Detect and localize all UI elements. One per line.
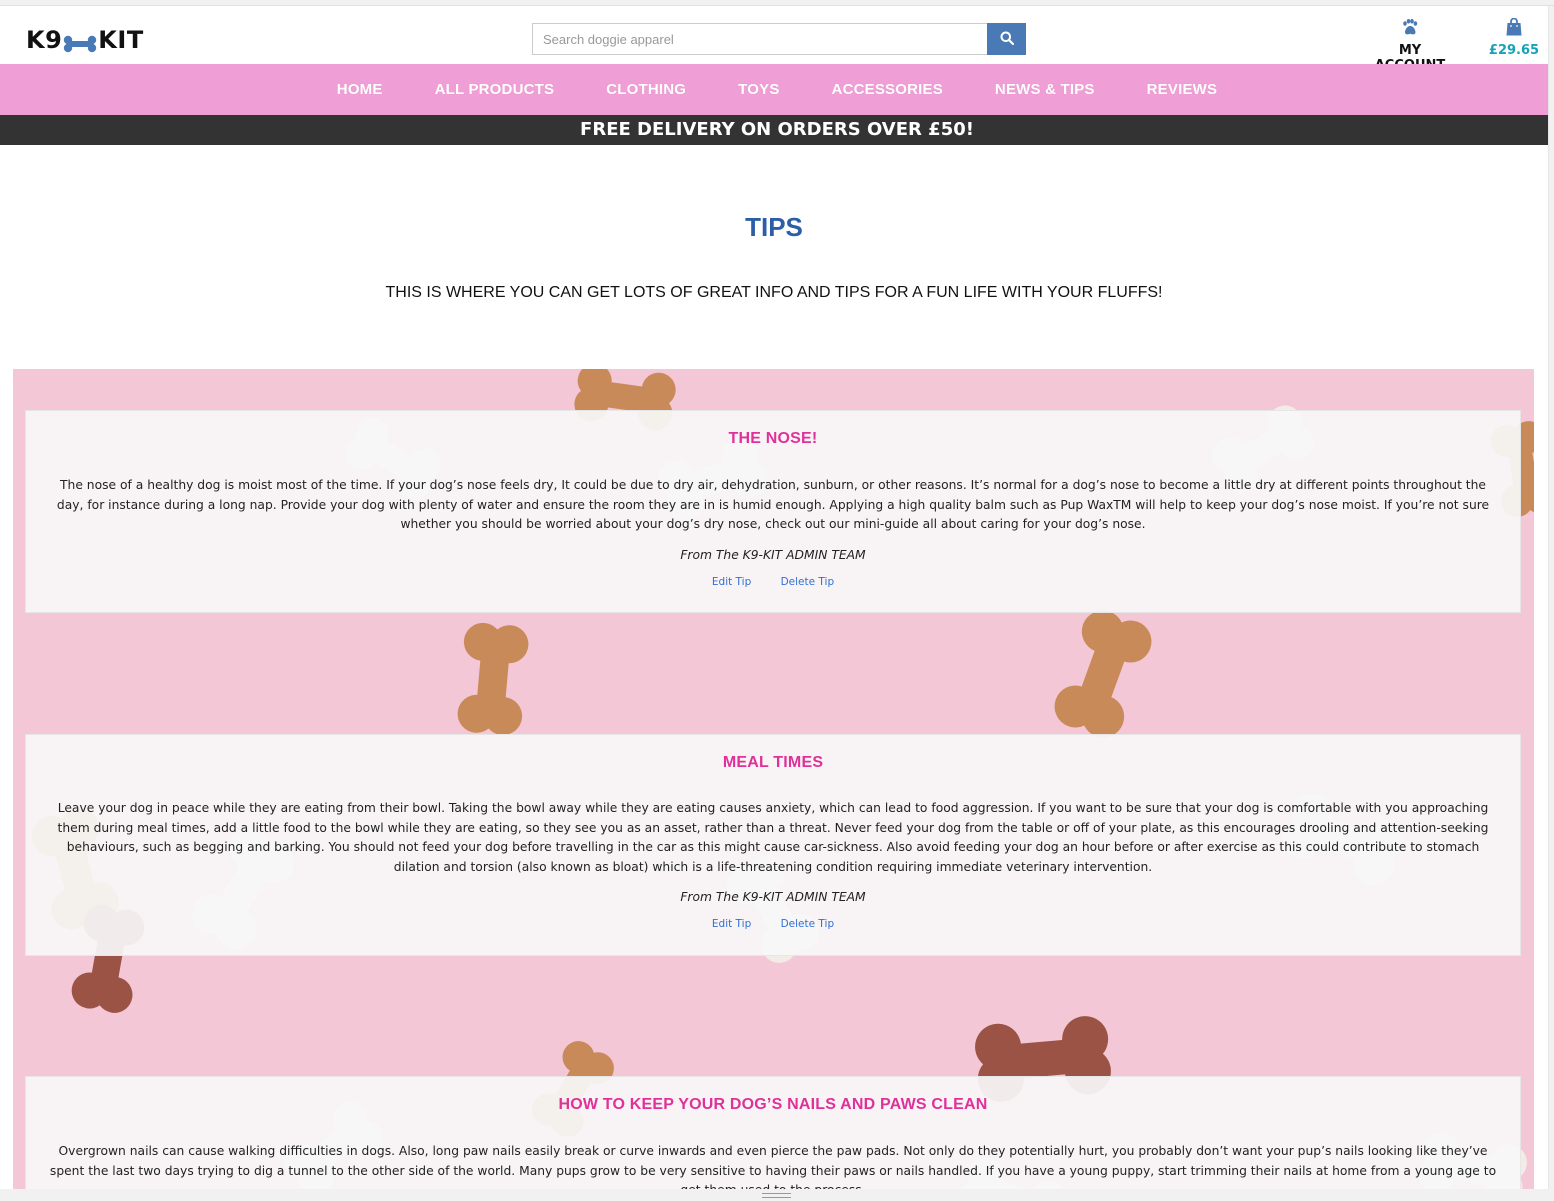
drag-grip-icon: [762, 1193, 791, 1198]
nav-item-all-products[interactable]: ALL PRODUCTS: [435, 81, 555, 98]
cart-link[interactable]: £29.65: [1484, 17, 1544, 58]
tip-title: HOW TO KEEP YOUR DOG’S NAILS AND PAWS CL…: [558, 1096, 988, 1113]
tip-card: MEAL TIMES Leave your dog in peace while…: [25, 734, 1521, 956]
search-icon: [1000, 31, 1014, 48]
page: K9 KIT Search doggie apparel MY £29.65 H…: [0, 0, 1554, 1201]
tip-author: From The K9-KIT ADMIN TEAM: [680, 890, 866, 904]
search-button[interactable]: [987, 23, 1026, 55]
tip-actions: Edit Tip Delete Tip: [26, 576, 1520, 588]
logo-text-left: K9: [26, 26, 63, 54]
edit-tip-link[interactable]: Edit Tip: [712, 918, 751, 930]
search-bar: [532, 23, 1026, 55]
edit-tip-link[interactable]: Edit Tip: [712, 576, 751, 588]
logo-text-right: KIT: [98, 26, 144, 54]
main-nav: HOME ALL PRODUCTS CLOTHING TOYS ACCESSOR…: [0, 64, 1554, 115]
tip-actions: Edit Tip Delete Tip: [26, 918, 1520, 930]
shopping-bag-icon: [1506, 17, 1522, 40]
tip-card: HOW TO KEEP YOUR DOG’S NAILS AND PAWS CL…: [25, 1076, 1521, 1201]
nav-item-home[interactable]: HOME: [337, 81, 383, 98]
cart-total: £29.65: [1488, 43, 1540, 58]
nav-item-reviews[interactable]: REVIEWS: [1147, 81, 1218, 98]
bottom-drag-handle[interactable]: [0, 1189, 1554, 1201]
page-title: TIPS: [745, 212, 803, 242]
tip-body: Leave your dog in peace while they are e…: [57, 801, 1489, 874]
paw-icon: [1401, 19, 1419, 40]
nav-item-toys[interactable]: TOYS: [738, 81, 779, 98]
page-subtitle: THIS IS WHERE YOU CAN GET LOTS OF GREAT …: [385, 284, 1163, 301]
delete-tip-link[interactable]: Delete Tip: [781, 918, 835, 930]
tip-author: From The K9-KIT ADMIN TEAM: [680, 547, 866, 562]
free-delivery-banner: FREE DELIVERY ON ORDERS OVER £50!: [0, 115, 1554, 145]
nav-item-clothing[interactable]: CLOTHING: [606, 81, 686, 98]
tip-body: The nose of a healthy dog is moist most …: [56, 478, 1490, 531]
search-input[interactable]: [532, 23, 987, 55]
nav-item-accessories[interactable]: ACCESSORIES: [832, 81, 943, 98]
bone-icon: [63, 31, 97, 53]
tip-card: THE NOSE! The nose of a healthy dog is m…: [25, 410, 1521, 613]
delete-tip-link[interactable]: Delete Tip: [781, 576, 835, 588]
vertical-scrollbar[interactable]: [1548, 6, 1554, 1201]
site-logo[interactable]: K9 KIT: [26, 26, 144, 54]
nav-item-news-tips[interactable]: NEWS & TIPS: [995, 81, 1095, 98]
tip-title: MEAL TIMES: [722, 754, 824, 771]
tip-title: THE NOSE!: [728, 430, 818, 447]
site-header: K9 KIT Search doggie apparel MY £29.65: [0, 6, 1554, 73]
